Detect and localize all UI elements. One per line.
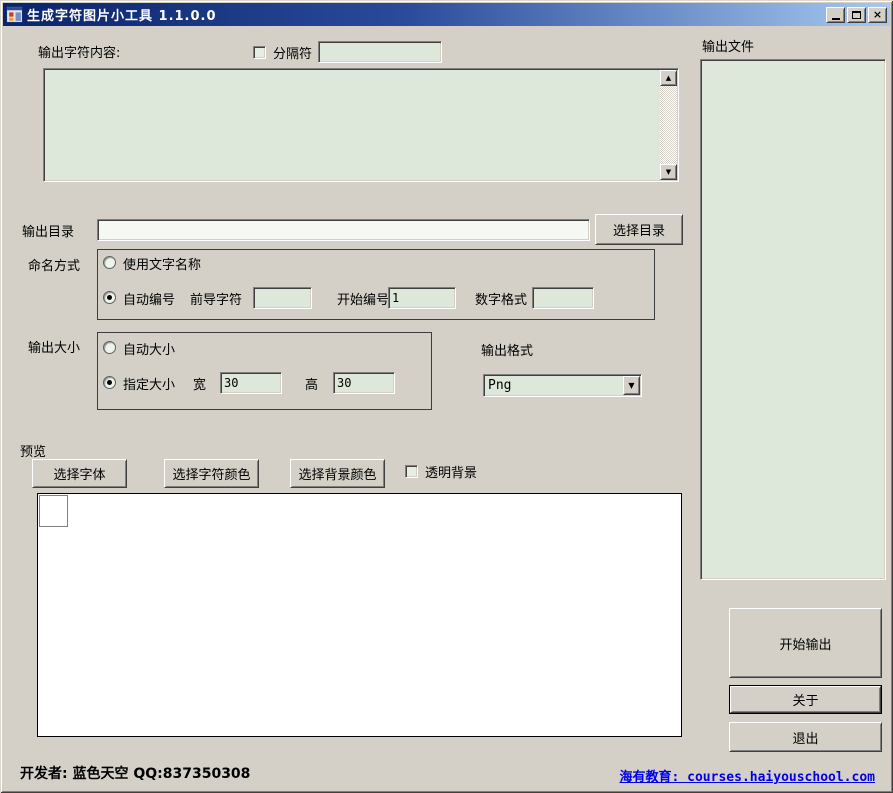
arrow-up-icon: ▲ — [665, 74, 672, 82]
radio-auto-number[interactable] — [103, 291, 116, 304]
close-icon: × — [872, 8, 883, 21]
app-window: 生成字符图片小工具 1.1.0.0 × 输出字符内容: 分隔符 ▲ ▼ 输出目录… — [0, 0, 893, 793]
naming-label: 命名方式 — [28, 259, 81, 274]
maximize-icon — [852, 10, 861, 19]
transparent-bg-checkbox[interactable] — [405, 465, 418, 478]
choose-char-color-button[interactable]: 选择字符颜色 — [164, 459, 259, 488]
minimize-button[interactable] — [826, 6, 845, 23]
choose-font-button[interactable]: 选择字体 — [32, 459, 127, 488]
height-input[interactable] — [333, 372, 395, 394]
format-combobox-dropdown-button[interactable]: ▼ — [623, 376, 640, 395]
close-button[interactable]: × — [868, 6, 887, 23]
radio-use-text-name[interactable] — [103, 256, 116, 269]
width-input[interactable] — [220, 372, 282, 394]
exit-button[interactable]: 退出 — [729, 722, 882, 752]
number-format-label: 数字格式 — [475, 293, 528, 308]
about-button-label: 关于 — [792, 694, 819, 709]
chevron-down-icon: ▼ — [628, 381, 635, 390]
minimize-icon — [831, 18, 840, 20]
developer-info: 开发者: 蓝色天空 QQ:837350308 — [20, 766, 251, 782]
scroll-up-button[interactable]: ▲ — [660, 70, 677, 86]
choose-dir-button-label: 选择目录 — [612, 224, 665, 239]
separator-checkbox-label: 分隔符 — [273, 47, 313, 62]
leading-char-label: 前导字符 — [190, 293, 243, 308]
start-number-label: 开始编号 — [337, 293, 390, 308]
preview-character-chip — [39, 495, 68, 527]
height-label: 高 — [305, 378, 319, 393]
separator-checkbox[interactable] — [253, 46, 266, 59]
choose-bg-color-button-label: 选择背景颜色 — [298, 468, 377, 483]
char-content-textarea[interactable]: ▲ ▼ — [43, 68, 679, 182]
output-files-listbox[interactable] — [700, 59, 886, 580]
separator-input[interactable] — [318, 41, 442, 63]
app-icon — [6, 6, 23, 23]
about-button[interactable]: 关于 — [729, 685, 882, 714]
output-dir-input[interactable] — [97, 219, 590, 241]
radio-fixed-size-label: 指定大小 — [123, 378, 176, 393]
choose-font-button-label: 选择字体 — [53, 468, 106, 483]
exit-button-label: 退出 — [792, 731, 819, 747]
education-link[interactable]: 海有教育: courses.haiyouschool.com — [620, 766, 876, 785]
choose-char-color-button-label: 选择字符颜色 — [172, 468, 251, 483]
width-label: 宽 — [193, 378, 207, 393]
radio-fixed-size[interactable] — [103, 376, 116, 389]
preview-panel — [37, 493, 682, 737]
title-bar[interactable]: 生成字符图片小工具 1.1.0.0 × — [3, 3, 890, 26]
preview-label: 预览 — [20, 445, 47, 460]
output-files-label: 输出文件 — [702, 40, 755, 55]
radio-auto-size[interactable] — [103, 341, 116, 354]
radio-auto-number-label: 自动编号 — [123, 293, 176, 308]
start-number-input[interactable] — [388, 287, 456, 309]
textarea-scrollbar[interactable]: ▲ ▼ — [660, 70, 677, 180]
format-combobox[interactable]: Png ▼ — [483, 374, 642, 397]
leading-char-input[interactable] — [253, 287, 312, 309]
radio-auto-size-label: 自动大小 — [123, 343, 176, 358]
radio-use-text-name-label: 使用文字名称 — [123, 258, 202, 273]
start-output-button-label: 开始输出 — [779, 637, 832, 653]
number-format-input[interactable] — [532, 287, 594, 309]
maximize-button[interactable] — [847, 6, 866, 23]
choose-dir-button[interactable]: 选择目录 — [595, 214, 683, 245]
format-label: 输出格式 — [481, 344, 534, 359]
format-combobox-value: Png — [488, 378, 512, 393]
window-title: 生成字符图片小工具 1.1.0.0 — [27, 9, 217, 24]
scroll-down-button[interactable]: ▼ — [660, 164, 677, 180]
size-label: 输出大小 — [28, 341, 81, 356]
arrow-down-icon: ▼ — [665, 168, 672, 176]
output-dir-label: 输出目录 — [22, 225, 75, 240]
start-output-button[interactable]: 开始输出 — [729, 608, 882, 678]
char-content-label: 输出字符内容: — [38, 46, 121, 61]
choose-bg-color-button[interactable]: 选择背景颜色 — [290, 459, 385, 488]
transparent-bg-checkbox-label: 透明背景 — [425, 466, 478, 481]
